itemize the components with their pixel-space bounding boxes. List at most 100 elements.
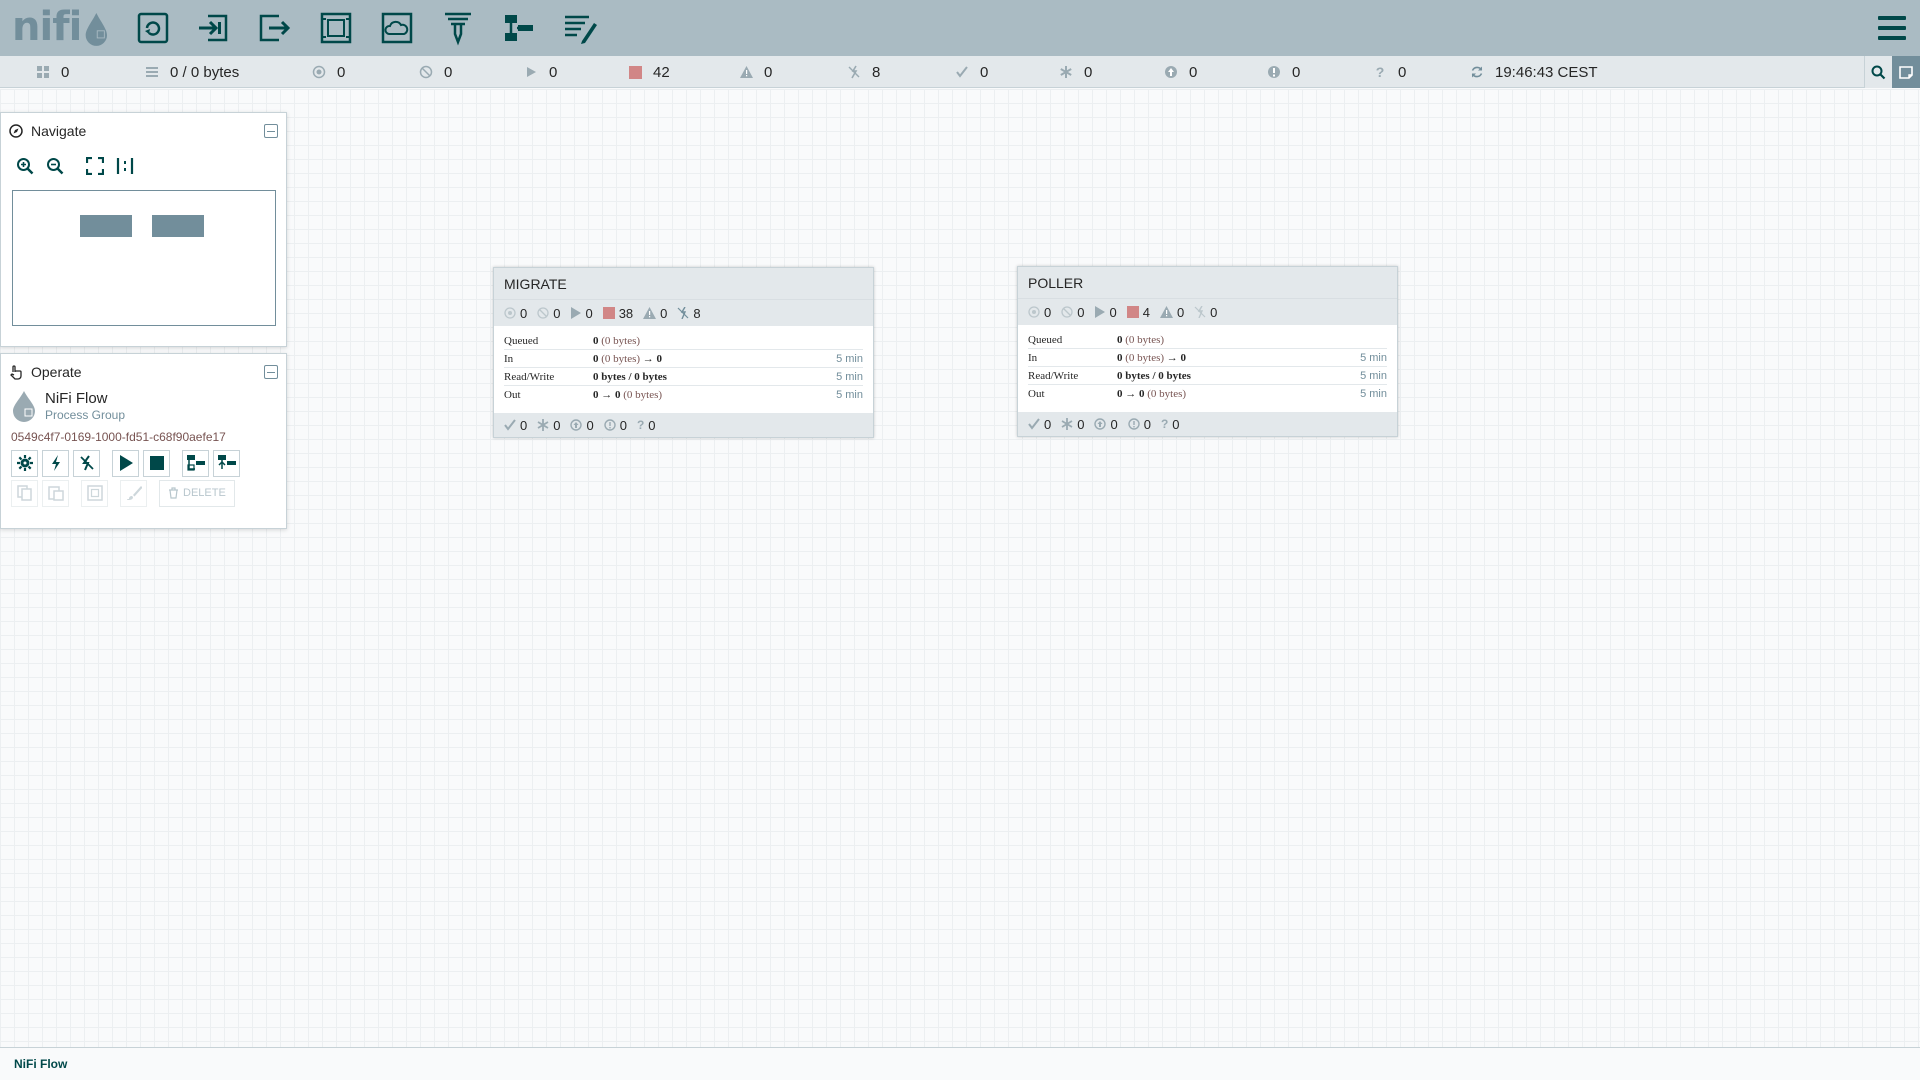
stale-icon	[1163, 64, 1179, 80]
logo-text: nifi	[12, 4, 82, 50]
operate-panel: Operate NiFi Flow Process Group 0549c4f7…	[0, 353, 287, 529]
count-up-to-date: 0	[504, 418, 527, 433]
stats-value: 0 bytes / 0 bytes	[1117, 370, 1360, 382]
global-menu-button[interactable]	[1878, 14, 1906, 42]
template-tool[interactable]	[497, 6, 540, 50]
enable-button[interactable]	[42, 449, 69, 477]
queued-count: 0	[1117, 333, 1123, 346]
group-button[interactable]	[81, 479, 108, 507]
status-up-to-date: 0	[954, 56, 988, 88]
count-value: 0	[1109, 304, 1117, 320]
out-arrow: →	[1125, 388, 1137, 400]
funnel-tool[interactable]	[436, 6, 479, 50]
label-tool[interactable]	[558, 6, 601, 50]
stats-read-write: Read/Write 0 bytes / 0 bytes 5 min	[504, 368, 863, 386]
count-running: 0	[1094, 304, 1117, 320]
count-value: 0	[1172, 416, 1180, 432]
stats-in: In 0 (0 bytes) → 0 5 min	[1028, 349, 1387, 367]
process-group-component-counts: 0 0 0 4 0 0	[1018, 299, 1397, 325]
label-icon	[564, 15, 597, 44]
search-button[interactable]	[1864, 56, 1892, 88]
refresh-icon[interactable]	[1469, 64, 1485, 80]
zoom-out-button[interactable]	[43, 154, 67, 178]
copy-button[interactable]	[11, 479, 38, 507]
count-invalid: 0	[643, 306, 667, 321]
process-group-stats: Queued 0 (0 bytes) In 0 (0 bytes) → 0 5 …	[1018, 325, 1397, 403]
color-button[interactable]	[120, 479, 147, 507]
zoom-in-icon	[17, 158, 34, 175]
funnel-icon	[444, 12, 471, 46]
process-group-icon	[320, 12, 351, 44]
stats-label: Out	[1028, 388, 1045, 400]
queued-size: (0 bytes)	[601, 334, 641, 347]
operate-title: Operate	[31, 364, 82, 380]
status-running: 0	[523, 56, 557, 88]
in-arrow: →	[642, 352, 654, 365]
bulletin-board-button[interactable]	[1892, 56, 1920, 88]
configure-button[interactable]	[11, 449, 38, 477]
rw-value: 0 bytes / 0 bytes	[593, 370, 667, 383]
stats-label: In	[504, 352, 514, 365]
fit-button[interactable]	[83, 154, 107, 178]
count-value: 0	[553, 417, 561, 433]
status-value: 0	[1292, 63, 1301, 81]
start-button[interactable]	[112, 449, 139, 477]
output-port-tool[interactable]	[253, 6, 296, 50]
refresh-time: 19:46:43 CEST	[1495, 63, 1598, 81]
stop-button[interactable]	[143, 449, 170, 477]
in-arrow: →	[1166, 351, 1178, 364]
breadcrumb-root[interactable]: NiFi Flow	[14, 1057, 67, 1071]
stats-value: 0 → 0 (0 bytes)	[593, 389, 836, 401]
component-toolbar	[131, 6, 601, 50]
actual-size-button[interactable]	[113, 154, 137, 178]
in-ports: 0	[656, 352, 663, 365]
stats-in: In 0 (0 bytes) → 0 5 min	[504, 350, 863, 368]
status-last-refreshed[interactable]: 19:46:43 CEST	[1469, 56, 1598, 88]
out-ports: 0	[593, 389, 599, 401]
stop-icon	[627, 64, 643, 80]
play-icon	[119, 455, 133, 471]
status-stale: 0	[1163, 56, 1197, 88]
stats-label: Queued	[504, 334, 539, 347]
count-locally-modified-stale: 0	[604, 418, 627, 433]
paste-button[interactable]	[42, 479, 69, 507]
count-sync-failure: ? 0	[1161, 417, 1180, 432]
processor-tool[interactable]	[131, 6, 174, 50]
paintbrush-icon	[126, 486, 142, 500]
paste-icon	[47, 486, 64, 501]
input-port-tool[interactable]	[192, 6, 235, 50]
count-locally-modified-stale: 0	[1128, 417, 1151, 432]
stats-value: 0 (0 bytes)	[593, 335, 863, 347]
navigate-collapse-button[interactable]	[264, 124, 278, 138]
warning-icon	[1159, 306, 1173, 318]
process-group-poller[interactable]: POLLER 0 0 0 4 0 0 Queued 0 (0 bytes) In…	[1017, 266, 1398, 437]
birdseye-view[interactable]	[12, 190, 276, 326]
operate-collapse-button[interactable]	[264, 365, 278, 379]
operate-actions-row	[1, 448, 286, 478]
upload-template-button[interactable]	[213, 449, 240, 477]
operate-edit-row: DELETE	[1, 478, 286, 508]
disable-button[interactable]	[73, 449, 100, 477]
remote-process-group-tool[interactable]	[375, 6, 418, 50]
count-transmitting: 0	[1028, 305, 1051, 320]
count-stopped: 38	[602, 306, 633, 321]
input-port-icon	[198, 14, 227, 42]
out-count: 0	[615, 389, 621, 401]
process-group-drop-icon	[13, 391, 35, 422]
check-icon	[954, 64, 970, 80]
status-value: 0	[1398, 63, 1407, 81]
count-up-to-date: 0	[1028, 417, 1051, 432]
process-group-migrate[interactable]: MIGRATE 0 0 0 38 0 8 Queued 0 (0 bytes) …	[493, 267, 874, 438]
stats-time: 5 min	[1360, 388, 1387, 400]
trash-icon	[169, 487, 178, 499]
delete-button[interactable]: DELETE	[159, 479, 235, 507]
zoom-in-button[interactable]	[13, 154, 37, 178]
stats-time: 5 min	[836, 370, 863, 383]
header-bar: nifi	[0, 0, 1920, 56]
not-transmitting-icon	[418, 64, 434, 80]
stop-icon	[149, 456, 164, 470]
flow-canvas[interactable]	[0, 89, 1920, 1047]
count-value: 0	[553, 305, 561, 321]
create-template-button[interactable]	[182, 449, 209, 477]
process-group-tool[interactable]	[314, 6, 357, 50]
